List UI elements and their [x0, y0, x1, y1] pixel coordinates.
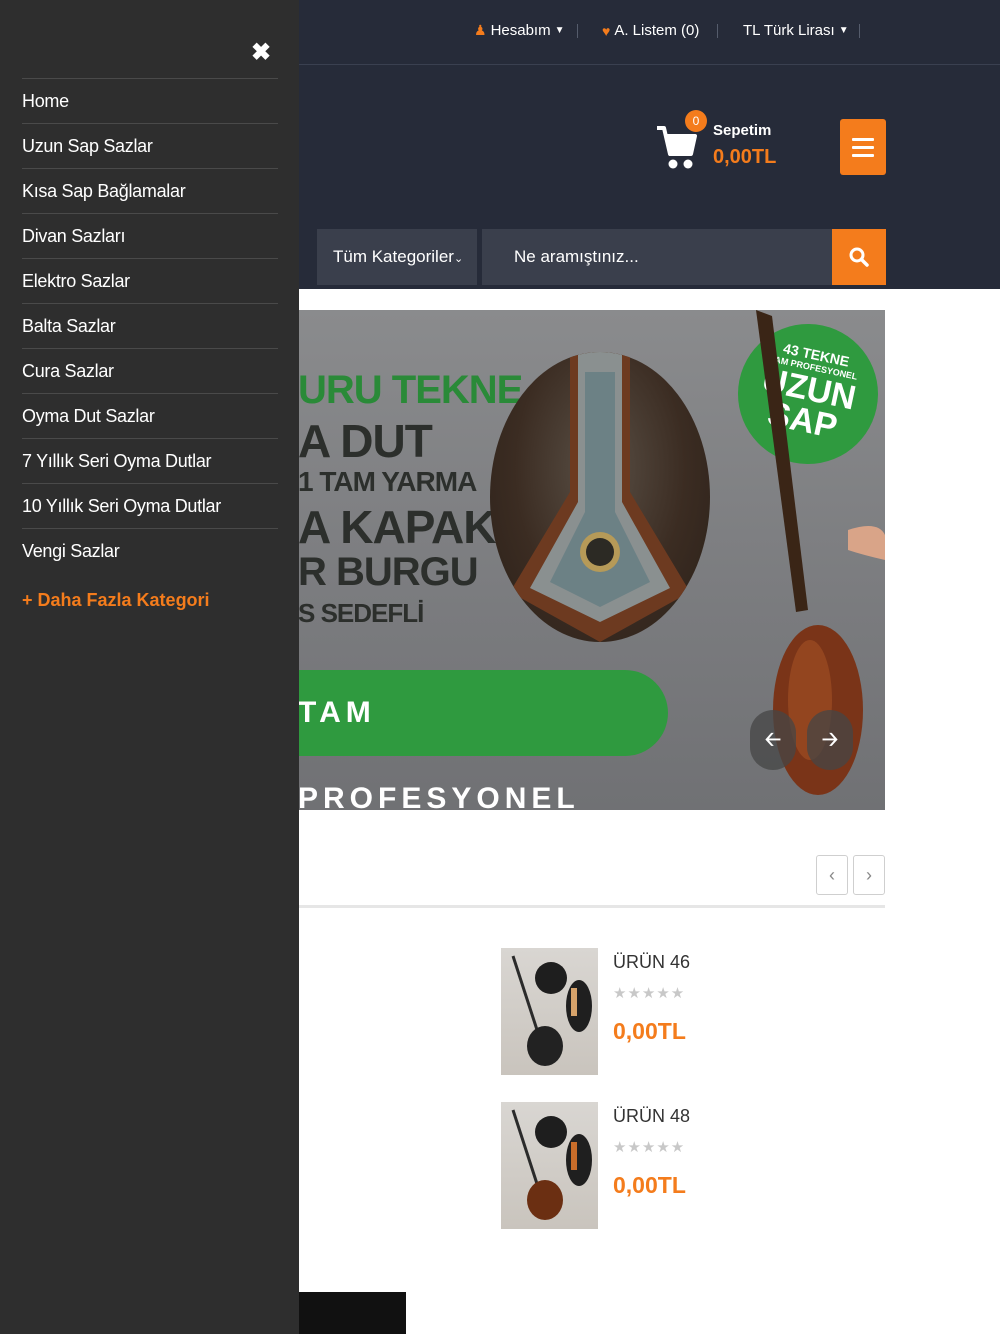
- banner-line: R BURGU: [298, 550, 479, 594]
- menu-item-oyma-dut[interactable]: Oyma Dut Sazlar: [22, 394, 278, 439]
- account-label: Hesabım: [490, 22, 551, 39]
- section-prev-button[interactable]: ‹: [816, 855, 848, 895]
- cart-total: 0,00TL: [713, 146, 777, 168]
- saz-body-illustration: [510, 352, 690, 642]
- account-menu[interactable]: ♟ Hesabım ▼: [474, 22, 565, 39]
- product-image[interactable]: [501, 1102, 598, 1229]
- menu-item-home[interactable]: Home: [22, 79, 278, 124]
- banner-line: A DUT: [298, 415, 433, 467]
- banner-next-button[interactable]: 🡢: [807, 710, 853, 770]
- cart-widget[interactable]: 0 Sepetim 0,00TL: [655, 110, 815, 178]
- hamburger-line: [852, 153, 874, 157]
- menu-item-7-yillik[interactable]: 7 Yıllık Seri Oyma Dutlar: [22, 439, 278, 484]
- hamburger-line: [852, 145, 874, 149]
- menu-item-kisa-sap[interactable]: Kısa Sap Bağlamalar: [22, 169, 278, 214]
- wishlist-link[interactable]: ♥ A. Listem (0): [602, 22, 699, 39]
- hamburger-menu-button[interactable]: [840, 119, 886, 175]
- search-bar: Tüm Kategoriler⌄: [317, 229, 886, 285]
- footer-block: [298, 1292, 406, 1334]
- category-select[interactable]: Tüm Kategoriler⌄: [317, 229, 477, 285]
- close-icon[interactable]: ✖: [250, 40, 272, 66]
- user-icon: ♟: [474, 22, 487, 38]
- menu-item-uzun-sap[interactable]: Uzun Sap Sazlar: [22, 124, 278, 169]
- product-name[interactable]: ÜRÜN 48: [613, 1106, 690, 1127]
- product-rating: ★★★★★: [613, 1139, 686, 1156]
- divider: [717, 24, 718, 38]
- category-select-label: Tüm Kategoriler: [333, 247, 454, 266]
- banner-prev-button[interactable]: 🡠: [750, 710, 796, 770]
- menu-item-divan[interactable]: Divan Sazları: [22, 214, 278, 259]
- chevron-down-icon: ⌄: [453, 253, 464, 265]
- banner-line: URU TEKNE: [298, 368, 523, 412]
- search-button[interactable]: [832, 229, 886, 285]
- hamburger-icon: [852, 137, 874, 141]
- search-input[interactable]: [482, 229, 832, 285]
- wishlist-label: A. Listem (0): [614, 22, 700, 39]
- section-divider: [298, 905, 885, 908]
- currency-menu[interactable]: TL Türk Lirası ▼: [743, 22, 849, 39]
- menu-item-cura[interactable]: Cura Sazlar: [22, 349, 278, 394]
- search-icon: [849, 247, 869, 267]
- banner-line: A KAPAK: [298, 501, 496, 553]
- product-name[interactable]: ÜRÜN 46: [613, 952, 690, 973]
- hero-banner[interactable]: URU TEKNE A DUT 1 TAM YARMA A KAPAK R BU…: [298, 310, 885, 810]
- side-menu-drawer: ✖ Home Uzun Sap Sazlar Kısa Sap Bağlamal…: [0, 0, 299, 1334]
- banner-line: S SEDEFLİ: [298, 598, 424, 628]
- caret-down-icon: ▼: [554, 25, 565, 36]
- product-card[interactable]: ÜRÜN 46 ★★★★★ 0,00TL: [501, 948, 881, 1076]
- product-image[interactable]: [501, 948, 598, 1075]
- currency-label: TL Türk Lirası: [743, 22, 835, 39]
- product-price: 0,00TL: [613, 1172, 686, 1198]
- section-next-button[interactable]: ›: [853, 855, 885, 895]
- product-price: 0,00TL: [613, 1018, 686, 1044]
- menu-item-10-yillik[interactable]: 10 Yıllık Seri Oyma Dutlar: [22, 484, 278, 529]
- caret-down-icon: ▼: [838, 25, 849, 36]
- instrument-closeup-image: [490, 352, 710, 642]
- banner-line: 1 TAM YARMA: [298, 466, 477, 497]
- heart-icon: ♥: [602, 22, 611, 39]
- cart-title: Sepetim: [713, 122, 772, 139]
- menu-item-vengi[interactable]: Vengi Sazlar: [22, 529, 278, 574]
- product-card[interactable]: ÜRÜN 48 ★★★★★ 0,00TL: [501, 1102, 881, 1230]
- banner-cta-pill: TAM PROFESYONEL: [298, 670, 668, 810]
- category-list: Home Uzun Sap Sazlar Kısa Sap Bağlamalar…: [22, 78, 278, 574]
- menu-item-balta[interactable]: Balta Sazlar: [22, 304, 278, 349]
- product-photo: [511, 1109, 592, 1220]
- more-categories-link[interactable]: + Daha Fazla Kategori: [22, 590, 210, 611]
- product-rating: ★★★★★: [613, 985, 686, 1002]
- cart-count-badge: 0: [685, 110, 707, 132]
- product-photo: [511, 955, 592, 1066]
- menu-item-elektro[interactable]: Elektro Sazlar: [22, 259, 278, 304]
- divider: [577, 24, 578, 38]
- divider: [859, 24, 860, 38]
